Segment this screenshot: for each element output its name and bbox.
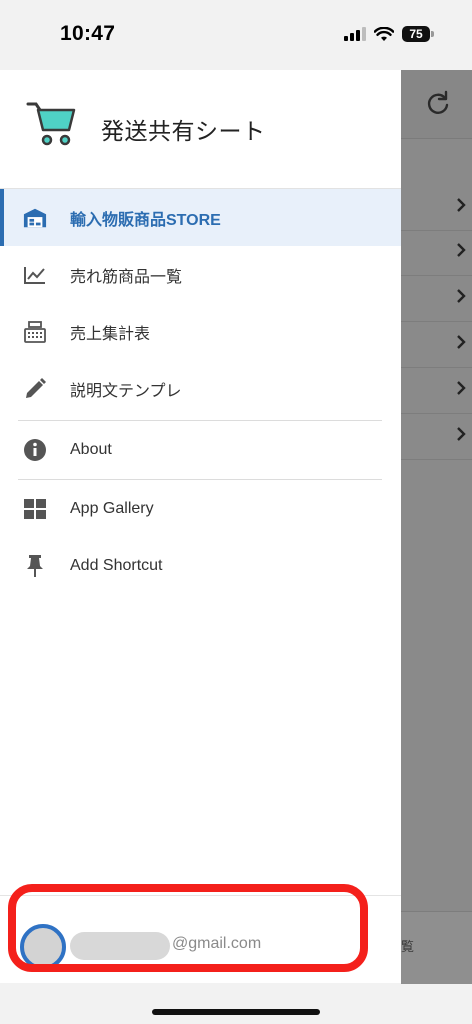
pencil-icon [23,377,47,401]
background-row[interactable] [401,230,472,276]
nav-item-label: About [70,440,112,458]
highlight-annotation [8,884,368,972]
background-header [401,70,472,139]
home-indicator[interactable] [152,1009,320,1015]
nav-item-about[interactable]: About [0,421,401,478]
background-app[interactable]: 覧 [401,70,472,984]
cash-register-icon [23,320,47,344]
active-indicator [0,189,4,246]
background-footer: 覧 [401,911,472,984]
background-row[interactable] [401,322,472,368]
nav-item-store[interactable]: 輸入物販商品STORE [0,189,401,246]
nav-item-label: 輸入物販商品STORE [70,211,221,229]
nav-item-label: 売れ筋商品一覧 [70,268,183,286]
app-title: 発送共有シート [101,118,266,144]
chevron-right-icon [457,335,466,349]
info-icon [23,438,47,462]
chevron-right-icon [457,381,466,395]
signal-icon [344,27,366,41]
nav-item-label: 売上集計表 [70,325,151,343]
chevron-right-icon [457,427,466,441]
chevron-right-icon [457,289,466,303]
status-icons: 75 [344,26,434,42]
background-footer-text: 覧 [401,939,415,954]
nav-item-add-shortcut[interactable]: Add Shortcut [0,537,401,594]
nav-item-bestsellers[interactable]: 売れ筋商品一覧 [0,246,401,303]
wifi-icon [374,26,394,41]
background-row[interactable] [401,276,472,322]
chevron-right-icon [457,243,466,257]
background-row[interactable] [401,414,472,460]
chevron-right-icon [457,198,466,212]
nav-item-label: App Gallery [70,499,154,517]
status-time: 10:47 [60,22,116,45]
warehouse-icon [23,206,47,230]
drawer-header: 発送共有シート [0,70,401,189]
nav-item-description-template[interactable]: 説明文テンプレ [0,360,401,417]
pin-icon [23,554,47,578]
grid-icon [23,497,47,521]
background-row[interactable] [401,185,472,231]
battery-icon: 75 [402,26,434,42]
cart-icon [26,102,76,146]
nav-item-label: Add Shortcut [70,556,163,574]
refresh-icon[interactable] [425,90,451,116]
background-row[interactable] [401,368,472,414]
nav-item-app-gallery[interactable]: App Gallery [0,480,401,537]
battery-level: 75 [402,26,430,42]
nav-item-label: 説明文テンプレ [70,382,182,400]
navigation-drawer: 発送共有シート 輸入物販商品STORE 売れ筋商品一覧 売上集計表 説明文テンプ… [0,70,401,983]
status-bar: 10:47 75 [0,0,472,70]
trending-chart-icon [23,263,47,287]
nav-item-sales-summary[interactable]: 売上集計表 [0,303,401,360]
